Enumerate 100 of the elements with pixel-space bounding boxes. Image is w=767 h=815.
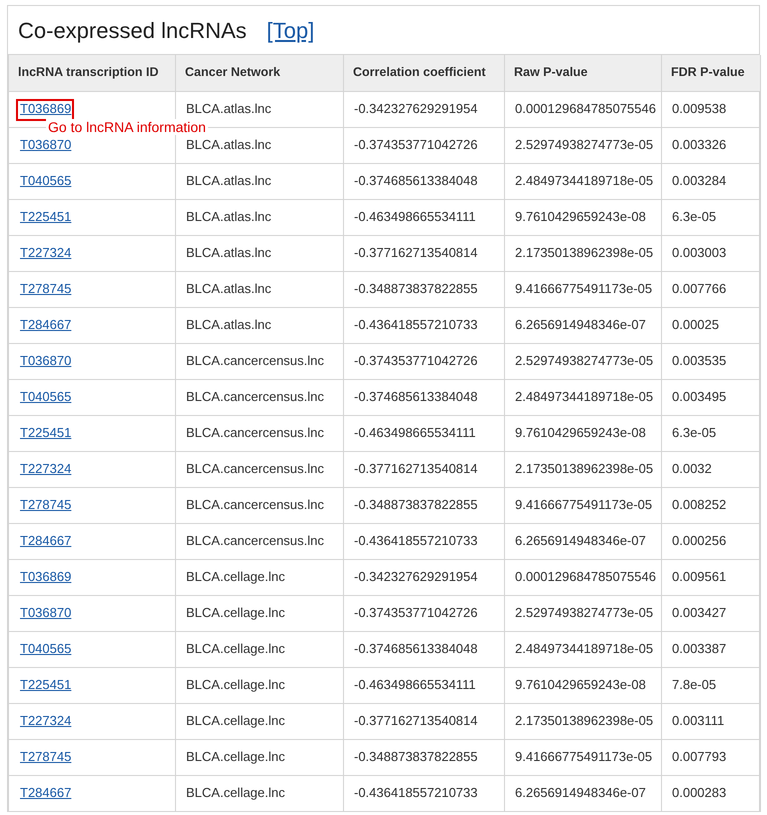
table-cell: 2.17350138962398e-05 <box>504 235 662 271</box>
table-cell: 2.48497344189718e-05 <box>504 163 662 199</box>
transcript-link[interactable]: T225451 <box>19 209 72 224</box>
table-cell: 2.17350138962398e-05 <box>504 451 662 487</box>
table-cell: BLCA.atlas.lnc <box>176 163 344 199</box>
section-title: Co-expressed lncRNAs <box>18 16 247 45</box>
table-cell: -0.374353771042726 <box>344 595 504 631</box>
table-cell: 9.7610429659243e-08 <box>504 667 662 703</box>
table-cell: -0.436418557210733 <box>344 523 504 559</box>
table-cell: -0.374685613384048 <box>344 163 504 199</box>
table-cell: BLCA.cellage.lnc <box>176 703 344 739</box>
table-cell: BLCA.cellage.lnc <box>176 631 344 667</box>
transcript-link[interactable]: T036870 <box>19 137 72 152</box>
table-cell: -0.463498665534111 <box>344 415 504 451</box>
table-cell: -0.374685613384048 <box>344 379 504 415</box>
table-cell: -0.463498665534111 <box>344 199 504 235</box>
transcript-link[interactable]: T225451 <box>19 677 72 692</box>
table-cell: BLCA.cancercensus.lnc <box>176 379 344 415</box>
transcript-link[interactable]: T036869 <box>19 569 72 584</box>
table-cell: 0.003326 <box>662 127 760 163</box>
table-cell: 0.009538 <box>662 91 760 127</box>
table-cell: BLCA.atlas.lnc <box>176 235 344 271</box>
table-cell: 0.003535 <box>662 343 760 379</box>
transcript-link[interactable]: T227324 <box>19 713 72 728</box>
table-cell: BLCA.cancercensus.lnc <box>176 523 344 559</box>
table-cell: 0.000256 <box>662 523 760 559</box>
table-cell: BLCA.cancercensus.lnc <box>176 415 344 451</box>
transcript-link[interactable]: T227324 <box>19 461 72 476</box>
table-cell: 0.007793 <box>662 739 760 775</box>
table-cell: 6.3e-05 <box>662 415 760 451</box>
table-cell: 0.0032 <box>662 451 760 487</box>
table-cell: 2.48497344189718e-05 <box>504 379 662 415</box>
column-header: FDR P-value <box>662 55 760 91</box>
table-cell: 0.003495 <box>662 379 760 415</box>
table-cell: 0.008252 <box>662 487 760 523</box>
table-cell: 2.48497344189718e-05 <box>504 631 662 667</box>
table-cell: 9.7610429659243e-08 <box>504 415 662 451</box>
transcript-link[interactable]: T040565 <box>19 641 72 656</box>
table-cell: BLCA.cellage.lnc <box>176 595 344 631</box>
transcript-link[interactable]: T036869 <box>19 101 72 116</box>
table-cell: -0.348873837822855 <box>344 739 504 775</box>
table-cell: -0.377162713540814 <box>344 451 504 487</box>
table-cell: BLCA.cancercensus.lnc <box>176 343 344 379</box>
transcript-link[interactable]: T284667 <box>19 533 72 548</box>
table-cell: 9.41666775491173e-05 <box>504 271 662 307</box>
table-cell: 6.2656914948346e-07 <box>504 523 662 559</box>
column-header: Raw P-value <box>504 55 662 91</box>
transcript-link[interactable]: T040565 <box>19 389 72 404</box>
transcript-link[interactable]: T036870 <box>19 605 72 620</box>
transcript-link[interactable]: T040565 <box>19 173 72 188</box>
table-cell: 0.00025 <box>662 307 760 343</box>
top-link[interactable]: [Top] <box>266 14 314 46</box>
table-cell: -0.463498665534111 <box>344 667 504 703</box>
table-cell: 0.007766 <box>662 271 760 307</box>
transcript-link[interactable]: T278745 <box>19 281 72 296</box>
table-cell: -0.377162713540814 <box>344 235 504 271</box>
transcript-link[interactable]: T284667 <box>19 785 72 800</box>
table-cell: 0.000129684785075546 <box>504 559 662 595</box>
table-cell: 6.2656914948346e-07 <box>504 775 662 811</box>
table-cell: 0.000283 <box>662 775 760 811</box>
table-cell: -0.348873837822855 <box>344 271 504 307</box>
table-cell: 9.41666775491173e-05 <box>504 739 662 775</box>
table-cell: 0.003284 <box>662 163 760 199</box>
transcript-link[interactable]: T278745 <box>19 749 72 764</box>
table-cell: 9.7610429659243e-08 <box>504 199 662 235</box>
table-cell: -0.436418557210733 <box>344 307 504 343</box>
transcript-link[interactable]: T284667 <box>19 317 72 332</box>
table-cell: 2.52974938274773e-05 <box>504 343 662 379</box>
transcript-link[interactable]: T225451 <box>19 425 72 440</box>
table-cell: -0.342327629291954 <box>344 559 504 595</box>
table-cell: 9.41666775491173e-05 <box>504 487 662 523</box>
table-cell: BLCA.atlas.lnc <box>176 199 344 235</box>
annotation-text: Go to lncRNA information <box>46 118 208 134</box>
table-cell: BLCA.cellage.lnc <box>176 739 344 775</box>
table-cell: -0.342327629291954 <box>344 91 504 127</box>
table-cell: 6.3e-05 <box>662 199 760 235</box>
table-cell: 0.003387 <box>662 631 760 667</box>
table-cell: 2.52974938274773e-05 <box>504 595 662 631</box>
column-header: Cancer Network <box>176 55 344 91</box>
table-cell: 0.003003 <box>662 235 760 271</box>
table-cell: 2.52974938274773e-05 <box>504 127 662 163</box>
table-cell: 2.17350138962398e-05 <box>504 703 662 739</box>
table-cell: -0.348873837822855 <box>344 487 504 523</box>
table-cell: 0.003111 <box>662 703 760 739</box>
table-cell: 7.8e-05 <box>662 667 760 703</box>
table-cell: 0.003427 <box>662 595 760 631</box>
table-cell: -0.374353771042726 <box>344 127 504 163</box>
table-cell: BLCA.cancercensus.lnc <box>176 487 344 523</box>
table-cell: BLCA.cancercensus.lnc <box>176 451 344 487</box>
table-cell: 0.009561 <box>662 559 760 595</box>
transcript-link[interactable]: T278745 <box>19 497 72 512</box>
table-cell: BLCA.atlas.lnc <box>176 307 344 343</box>
transcript-link[interactable]: T036870 <box>19 353 72 368</box>
table-cell: -0.374353771042726 <box>344 343 504 379</box>
table-cell: -0.377162713540814 <box>344 703 504 739</box>
table-cell: -0.436418557210733 <box>344 775 504 811</box>
table-cell: BLCA.cellage.lnc <box>176 667 344 703</box>
table-cell: BLCA.atlas.lnc <box>176 271 344 307</box>
column-header: Correlation coefficient <box>344 55 504 91</box>
transcript-link[interactable]: T227324 <box>19 245 72 260</box>
